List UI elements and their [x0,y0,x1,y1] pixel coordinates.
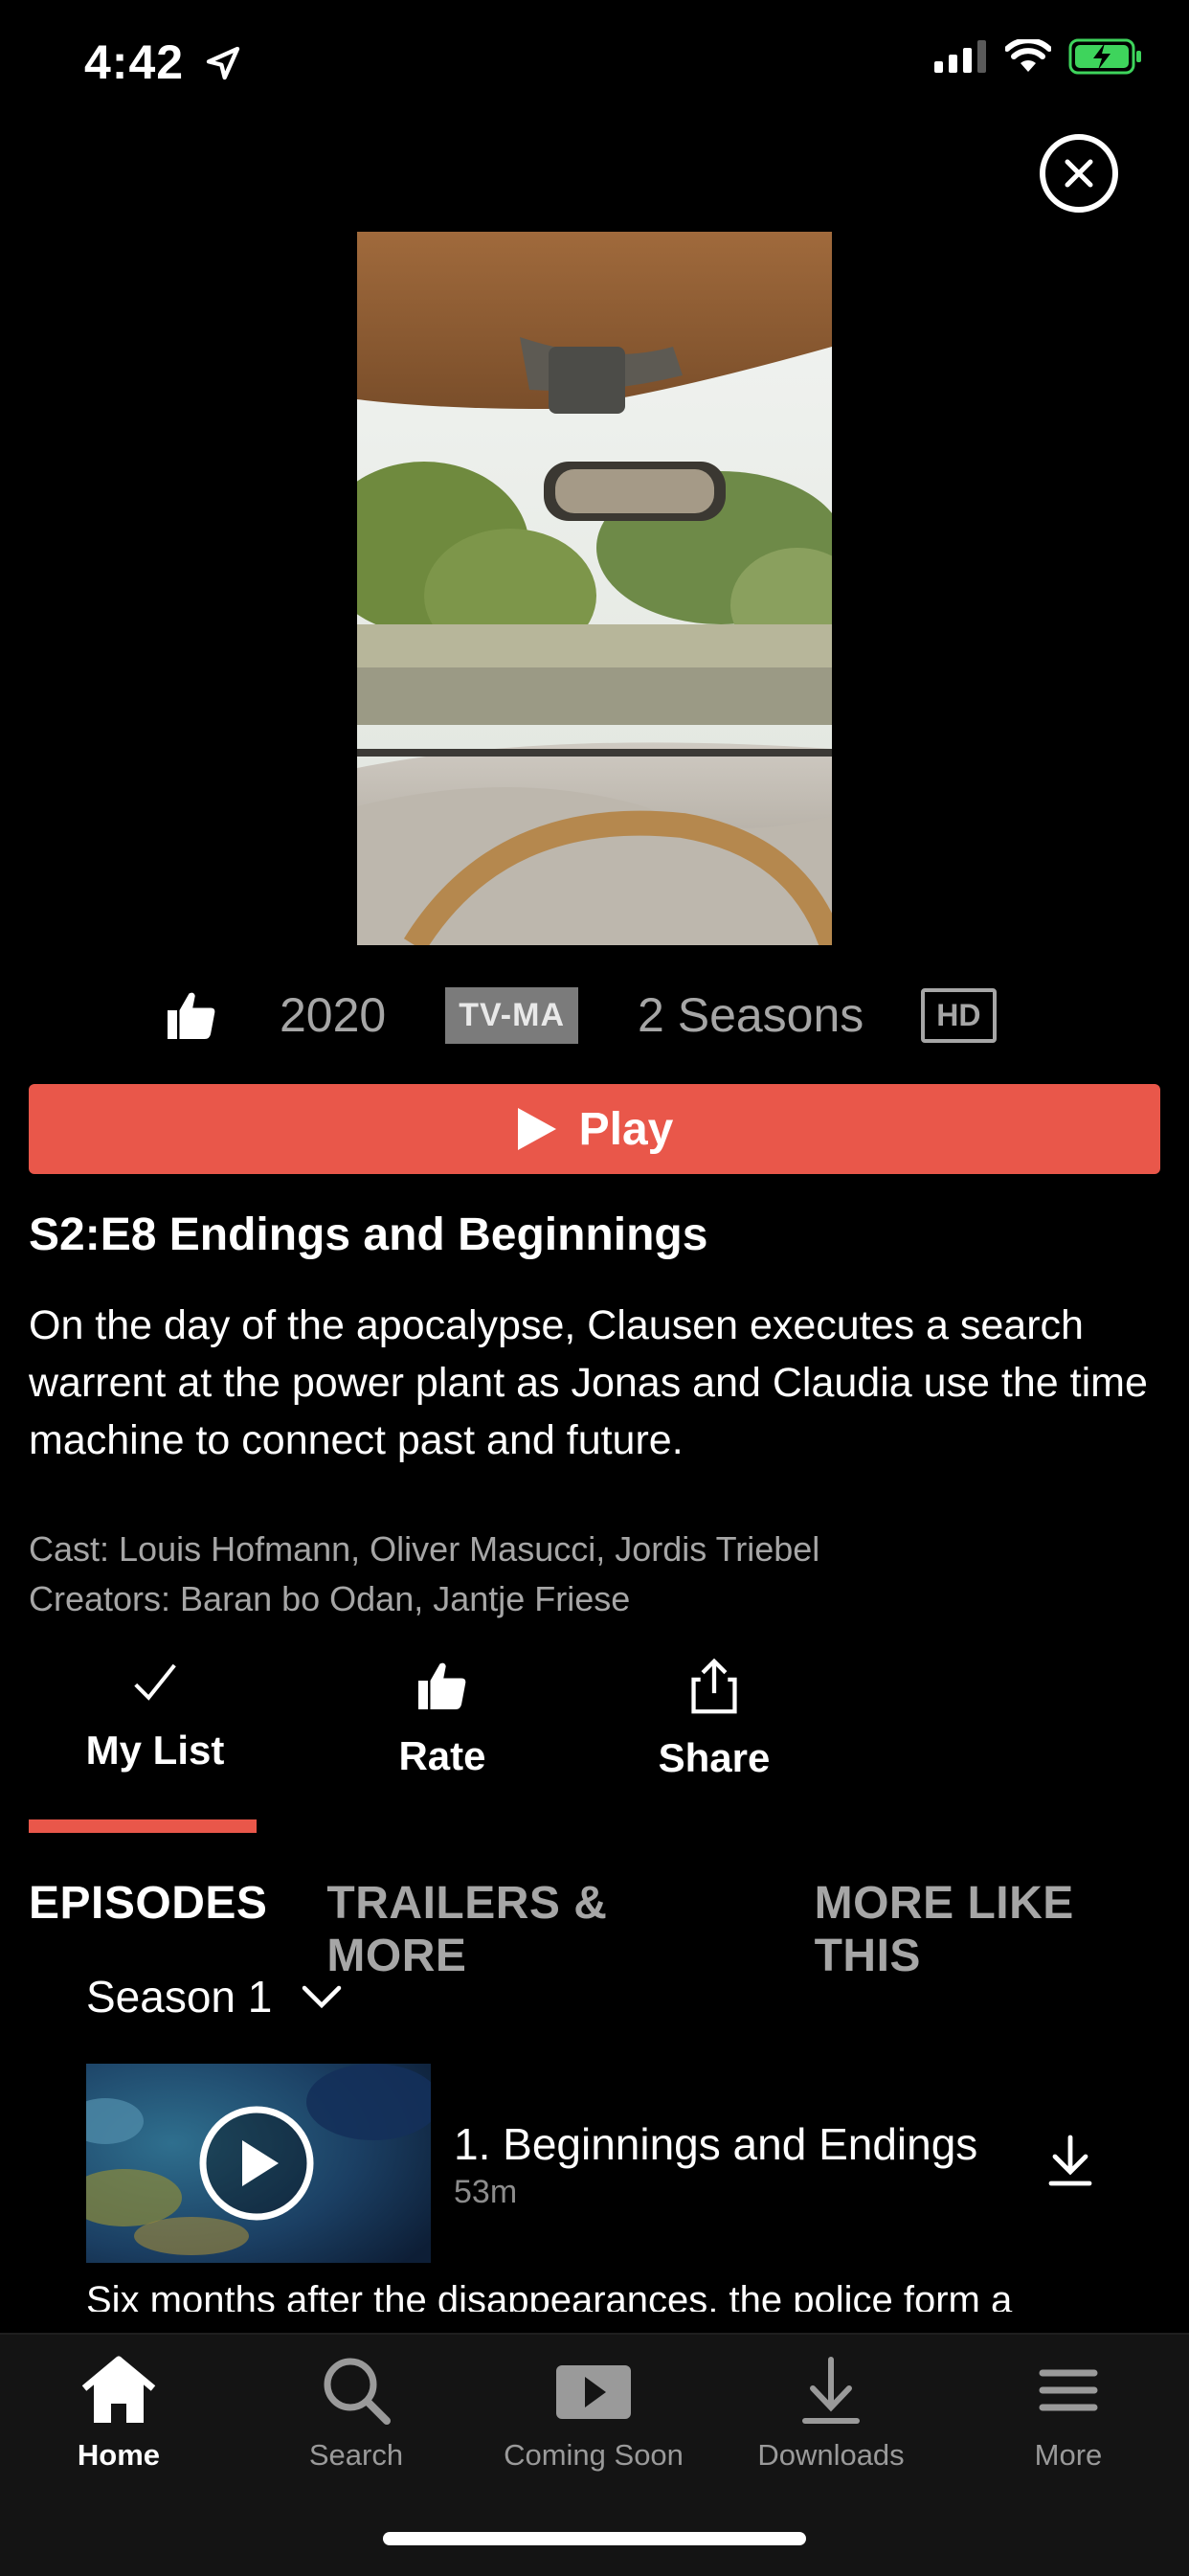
episode-thumbnail[interactable] [86,2064,431,2263]
thumbs-up-icon [168,992,215,1039]
close-button[interactable] [1040,134,1118,213]
download-icon [1048,2135,1092,2186]
creators-line: Creators: Baran bo Odan, Jantje Friese [29,1579,631,1618]
season-selector-label: Season 1 [86,1972,273,2022]
play-button-label: Play [578,1103,674,1155]
poster-image [357,232,832,945]
tab-trailers-and-more[interactable]: TRAILERS & MORE [326,1877,754,1982]
tab-more-like-this[interactable]: MORE LIKE THIS [815,1877,1189,1982]
checkmark-icon [134,1663,176,1701]
share-button[interactable]: Share [618,1657,810,1781]
episode-list-title: 1. Beginnings and Endings [454,2119,978,2169]
share-icon [691,1658,737,1714]
coming-soon-icon [556,2365,631,2419]
menu-icon [1039,2369,1098,2411]
battery-charging-icon [1068,38,1141,75]
episode-download-button[interactable] [1045,2134,1095,2192]
thumbs-up-icon [418,1662,466,1709]
download-icon [802,2357,860,2424]
season-selector[interactable]: Season 1 [86,1971,343,2022]
wifi-icon [1005,39,1051,72]
season-count: 2 Seasons [638,988,864,1042]
status-indicators [934,38,1143,75]
release-year: 2020 [280,988,387,1042]
content-tabs: EPISODES TRAILERS & MORE MORE LIKE THIS [29,1877,1189,1982]
location-arrow-icon [206,46,240,80]
title-poster [357,232,832,945]
play-icon [517,1108,556,1150]
search-icon [324,2358,391,2425]
active-tab-indicator [29,1819,257,1833]
tab-episodes[interactable]: EPISODES [29,1877,267,1982]
cellular-signal-icon [934,40,986,73]
episode-list-description: Six months after the disappearances, the… [86,2285,1139,2312]
share-label: Share [658,1735,771,1780]
chevron-down-icon [303,1985,342,2009]
play-button[interactable]: Play [29,1084,1160,1174]
episode-list-duration: 53m [454,2174,518,2210]
rate-label: Rate [398,1733,486,1778]
credits: Cast: Louis Hofmann, Oliver Masucci, Jor… [29,1525,819,1624]
episode-thumbnail-image [86,2064,431,2263]
nav-more[interactable]: More [963,2354,1174,2473]
nav-search-label: Search [308,2438,404,2472]
cast-line: Cast: Louis Hofmann, Oliver Masucci, Jor… [29,1529,820,1569]
hd-badge: HD [921,987,997,1043]
nav-search[interactable]: Search [251,2354,461,2473]
status-time: 4:42 [84,34,242,90]
nav-downloads[interactable]: Downloads [726,2354,936,2473]
nav-home-label: Home [77,2438,161,2472]
my-list-label: My List [85,1728,225,1773]
home-indicator [383,2532,806,2545]
nav-home[interactable]: Home [13,2354,224,2473]
episode-list-description-text: Six months after the disappearances, the… [86,2285,1013,2312]
nav-more-label: More [1034,2438,1103,2472]
nav-downloads-label: Downloads [757,2438,905,2472]
close-icon [1065,159,1093,188]
my-list-button[interactable]: My List [59,1657,251,1774]
maturity-rating-badge: TV-MA [445,986,579,1044]
title-meta-row: 2020 TV-MA 2 Seasons HD [163,983,1053,1047]
episode-description: On the day of the apocalypse, Clausen ex… [29,1302,1148,1463]
status-time-text: 4:42 [84,35,185,89]
nav-coming-soon-label: Coming Soon [504,2438,684,2472]
home-icon [81,2356,156,2423]
nav-coming-soon[interactable]: Coming Soon [488,2354,699,2473]
rate-button[interactable]: Rate [347,1657,538,1779]
episode-title: S2:E8 Endings and Beginnings [29,1209,708,1260]
